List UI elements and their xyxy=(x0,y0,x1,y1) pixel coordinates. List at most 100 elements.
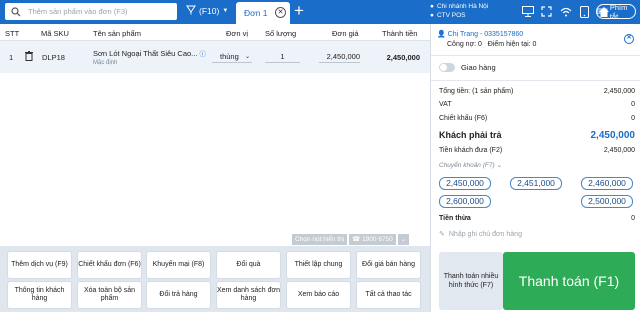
tablet-icon[interactable] xyxy=(578,5,591,18)
discount-line[interactable]: Chiết khấu (F6) 0 xyxy=(439,115,635,122)
order-discount-button[interactable]: Chiết khấu đơn (F6) xyxy=(77,251,142,279)
customer-info-button[interactable]: Thông tin khách hàng xyxy=(7,281,72,309)
payable-label: Khách phải trả xyxy=(439,130,502,140)
quick-amount-button[interactable]: 2,500,000 xyxy=(581,195,633,208)
unit-select[interactable]: thùng ⌄ xyxy=(212,50,252,63)
subtotal-line: Tổng tiền: (1 sản phẩm) 2,450,000 xyxy=(439,88,635,95)
vat-label: VAT xyxy=(439,101,452,108)
chevron-down-icon[interactable]: ⌄ xyxy=(397,234,410,245)
order-note-input[interactable]: ✎ Nhập ghi chú đơn hàng xyxy=(439,230,522,239)
change-line: Tiền thừa 0 xyxy=(439,215,635,222)
expand-icon[interactable] xyxy=(540,5,553,18)
unit-value: thùng xyxy=(220,51,239,61)
view-orders-button[interactable]: Xem danh sách đơn hàng xyxy=(216,281,281,309)
top-bar: Thêm sản phẩm vào đơn (F3) (F10) ▼ Đơn 1… xyxy=(0,0,640,24)
plus-icon: + xyxy=(294,1,304,20)
product-search-input[interactable]: Thêm sản phẩm vào đơn (F3) xyxy=(5,3,177,20)
col-price: Đơn giá xyxy=(332,29,359,38)
payable-value: 2,450,000 xyxy=(590,130,636,141)
choose-buttons-link[interactable]: Chọn nút hiển thị xyxy=(292,234,348,245)
paid-line[interactable]: Tiền khách đưa (F2) 2,450,000 xyxy=(439,147,635,154)
hotline-badge[interactable]: ☎ 1900 6750 xyxy=(349,234,396,245)
barcode-icon xyxy=(186,5,196,17)
customer-points: Điểm hiện tại: 0 xyxy=(487,41,537,48)
customer-card[interactable]: 👤 Chị Trang - 0335157860 Công nợ: 0 Điểm… xyxy=(437,30,536,48)
add-order-tab-button[interactable]: + xyxy=(294,2,304,20)
delivery-label: Giao hàng xyxy=(461,63,496,72)
col-total: Thành tiền xyxy=(382,29,418,38)
action-panel: Thêm dịch vụ (F9) Chiết khấu đơn (F6) Kh… xyxy=(0,246,430,312)
change-price-button[interactable]: Đổi giá bán hàng xyxy=(356,251,421,279)
search-icon xyxy=(10,6,22,18)
multi-payment-button[interactable]: Thanh toán nhiều hình thức (F7) xyxy=(439,252,503,310)
change-value: 0 xyxy=(631,215,635,222)
quick-amount-button[interactable]: 2,451,000 xyxy=(510,177,562,190)
product-variant: Mặc định xyxy=(93,60,118,66)
hint-bar: Chọn nút hiển thị ☎ 1900 6750 ⌄ xyxy=(292,234,410,245)
change-label: Tiền thừa xyxy=(439,215,471,222)
paid-value[interactable]: 2,450,000 xyxy=(604,147,635,154)
col-stt: STT xyxy=(5,29,20,38)
trash-icon[interactable] xyxy=(25,51,33,63)
subtotal-value: 2,450,000 xyxy=(603,88,635,95)
table-row[interactable]: 1 DLP18 Sơn Lót Ngoại Thất Siêu Cao... ⓘ… xyxy=(0,41,430,73)
promotion-button[interactable]: Khuyến mại (F8) xyxy=(146,251,211,279)
paid-label: Tiền khách đưa (F2) xyxy=(439,147,503,154)
pencil-icon: ✎ xyxy=(439,231,445,238)
return-button[interactable]: Đổi trả hàng xyxy=(146,281,211,309)
barcode-mode-button[interactable]: (F10) ▼ xyxy=(186,5,228,17)
add-service-button[interactable]: Thêm dịch vụ (F9) xyxy=(7,251,72,279)
view-report-button[interactable]: Xem báo cáo xyxy=(286,281,351,309)
row-total: 2,450,000 xyxy=(386,53,420,62)
hotline-number: 1900 6750 xyxy=(362,236,393,243)
payment-method-label: Chuyển khoản (F7) xyxy=(439,162,495,169)
gift-exchange-button[interactable]: Đổi quà xyxy=(216,251,281,279)
monitor-icon[interactable] xyxy=(521,5,534,18)
pay-button[interactable]: Thanh toán (F1) xyxy=(503,252,635,310)
tab-order-1[interactable]: Đơn 1 ✕ xyxy=(236,2,290,24)
keyboard-icon: ⌨ xyxy=(597,7,608,16)
payment-method-select[interactable]: Chuyển khoản (F7) ⌄ xyxy=(439,161,502,169)
customer-name[interactable]: Chị Trang - 0335157860 xyxy=(448,31,524,38)
quick-amount-button[interactable]: 2,460,000 xyxy=(581,177,633,190)
note-placeholder: Nhập ghi chú đơn hàng xyxy=(448,230,522,238)
divider xyxy=(431,55,640,56)
hotkey-button[interactable]: ⌨ Phím tắt xyxy=(596,2,636,21)
general-settings-button[interactable]: Thiết lập chung xyxy=(286,251,351,279)
col-sku: Mã SKU xyxy=(41,29,69,38)
clear-all-button[interactable]: Xóa toàn bộ sản phẩm xyxy=(77,281,142,309)
close-icon[interactable]: ✕ xyxy=(275,7,286,18)
product-name-text: Sơn Lót Ngoại Thất Siêu Cao... xyxy=(93,49,198,58)
location-icon: ● xyxy=(430,3,434,10)
search-placeholder: Thêm sản phẩm vào đơn (F3) xyxy=(28,7,128,16)
hotkey-label: Phím tắt xyxy=(609,2,628,21)
chevron-down-icon: ▼ xyxy=(222,8,229,14)
row-stt: 1 xyxy=(9,53,14,62)
quick-amount-button[interactable]: 2,600,000 xyxy=(439,195,491,208)
quick-amount-button[interactable]: 2,450,000 xyxy=(439,177,491,190)
info-icon[interactable]: ⓘ xyxy=(200,51,207,58)
branch-info[interactable]: ● Chi nhánh Hà Nội ● CTV POS xyxy=(430,2,488,20)
subtotal-label: Tổng tiền: (1 sản phẩm) xyxy=(439,88,514,95)
wifi-icon[interactable] xyxy=(559,5,572,18)
quantity-input[interactable]: 1 xyxy=(265,50,300,63)
product-name[interactable]: Sơn Lót Ngoại Thất Siêu Cao... ⓘ xyxy=(93,48,206,58)
vat-value: 0 xyxy=(631,101,635,108)
pos-name: CTV POS xyxy=(436,12,466,19)
payable-line: Khách phải trả 2,450,000 xyxy=(439,130,635,141)
checkout-panel: 👤 Chị Trang - 0335157860 Công nợ: 0 Điểm… xyxy=(430,24,640,312)
discount-value: 0 xyxy=(631,115,635,122)
branch-name: Chi nhánh Hà Nội xyxy=(436,3,489,10)
remove-customer-icon[interactable]: ✕ xyxy=(624,34,634,44)
barcode-shortcut-label: (F10) xyxy=(199,6,220,16)
all-actions-button[interactable]: Tất cả thao tác xyxy=(356,281,421,309)
customer-debt: Công nợ: 0 xyxy=(447,41,482,48)
chevron-down-icon: ⌄ xyxy=(244,53,250,60)
col-unit: Đơn vị xyxy=(226,29,249,38)
phone-icon: ☎ xyxy=(352,236,363,243)
delivery-toggle[interactable] xyxy=(439,63,455,72)
price-input[interactable]: 2,450,000 xyxy=(319,50,360,63)
col-name: Tên sản phẩm xyxy=(93,29,141,38)
divider xyxy=(431,80,640,81)
row-sku: DLP18 xyxy=(42,53,65,62)
